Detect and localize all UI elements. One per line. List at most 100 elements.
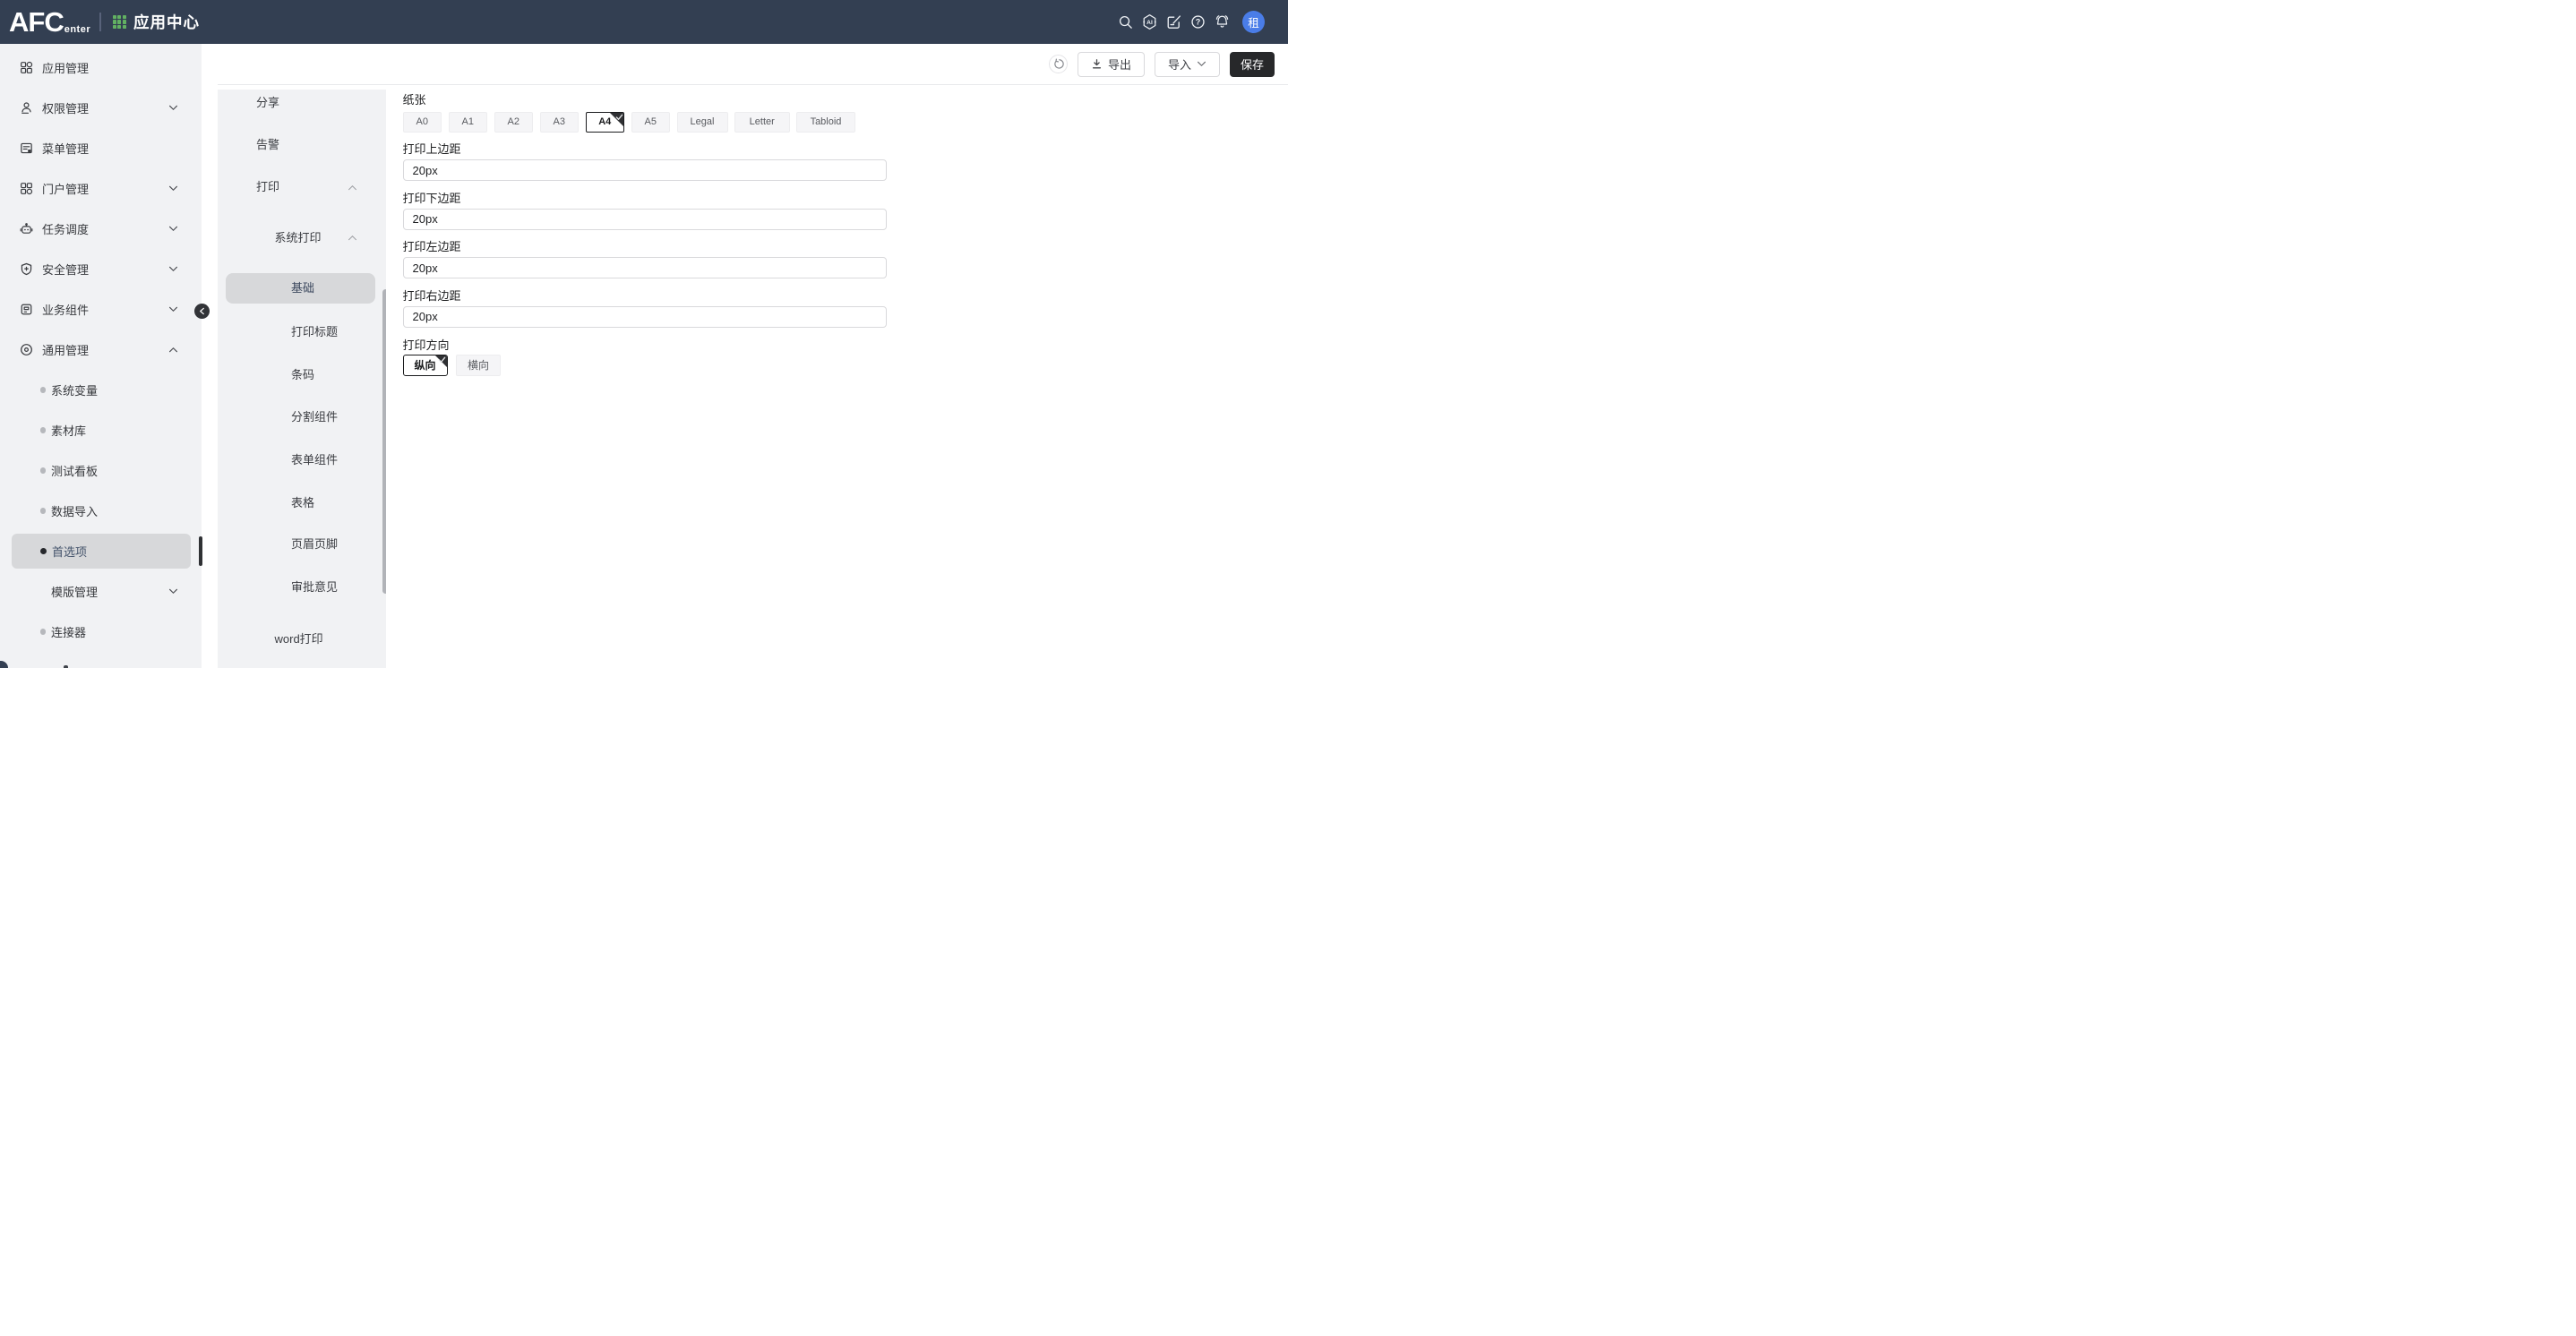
paper-size-a4-selected[interactable]: A4	[586, 112, 625, 133]
submenu-item-barcode[interactable]: 条码	[291, 366, 314, 384]
margin-top-field-group: 打印上边距	[403, 141, 1289, 181]
chevron-left-icon	[199, 307, 205, 315]
refresh-button[interactable]	[1049, 55, 1068, 73]
margin-left-label: 打印左边距	[403, 239, 1289, 255]
bullet-icon	[40, 427, 47, 433]
sidebar-clipped-item-fragment	[64, 665, 68, 669]
print-direction-group: 纵向 横向	[403, 355, 1289, 376]
sidebar-item-app-management[interactable]: 应用管理	[0, 47, 202, 88]
paper-size-a1[interactable]: A1	[449, 112, 488, 133]
afcenter-logo[interactable]: AFC enter	[9, 3, 90, 42]
sidebar-subitem-template-management[interactable]: 模版管理	[0, 571, 202, 612]
apps-icon	[20, 61, 33, 74]
sidebar-subitem-connectors[interactable]: 连接器	[0, 612, 202, 652]
sidebar-item-security-management[interactable]: 安全管理	[0, 249, 202, 289]
sidebar-scrollbar-thumb[interactable]	[199, 536, 203, 566]
svg-text:?: ?	[1196, 18, 1201, 27]
margin-bottom-input[interactable]	[403, 209, 888, 230]
submenu-item-basic[interactable]: 基础	[291, 279, 314, 297]
sidebar-subitem-label: 系统变量	[51, 381, 98, 398]
submenu-item-word-print[interactable]: word打印	[275, 630, 323, 648]
sidebar-item-label: 菜单管理	[42, 140, 89, 157]
robot-icon	[20, 222, 33, 236]
submenu-item-system-print[interactable]: 系统打印	[275, 229, 322, 247]
paper-size-a2[interactable]: A2	[494, 112, 534, 133]
submenu-item-alert[interactable]: 告警	[256, 136, 279, 154]
sidebar-item-task-scheduling[interactable]: 任务调度	[0, 209, 202, 249]
margin-top-input[interactable]	[403, 159, 888, 181]
sidebar-collapse-button[interactable]	[194, 304, 210, 319]
sidebar-subitem-test-dashboard[interactable]: 测试看板	[0, 450, 202, 491]
direction-label: 纵向	[414, 357, 435, 373]
sidebar-subitem-label: 模版管理	[51, 583, 98, 600]
app-center-grid-icon	[113, 15, 126, 29]
submenu-item-split-component[interactable]: 分割组件	[291, 408, 338, 426]
submenu-item-approval-comments[interactable]: 审批意见	[291, 578, 338, 596]
paper-size-a0[interactable]: A0	[403, 112, 442, 133]
paper-size-letter[interactable]: Letter	[734, 112, 790, 133]
submenu-item-table[interactable]: 表格	[291, 494, 314, 512]
submenu-item-print[interactable]: 打印	[256, 178, 279, 196]
feedback-edit-icon[interactable]	[1165, 13, 1182, 30]
bullet-icon	[40, 387, 47, 393]
user-avatar[interactable]: 租	[1242, 11, 1265, 33]
submenu-item-print-title[interactable]: 打印标题	[291, 323, 338, 341]
paper-size-group: A0 A1 A2 A3 A4 A5 Legal Letter	[403, 112, 1289, 133]
afcenter-app: AFC enter 应用中心 AI	[0, 0, 1288, 668]
sidebar-item-general-management[interactable]: 通用管理	[0, 330, 202, 370]
print-direction-label: 打印方向	[403, 338, 1289, 354]
page-toolbar: 导出 导入 保存	[202, 44, 1288, 85]
save-button[interactable]: 保存	[1230, 52, 1275, 77]
export-label: 导出	[1108, 56, 1131, 73]
sidebar-subitem-preferences[interactable]: 首选项	[12, 534, 191, 569]
sidebar-subitem-material-library[interactable]: 素材库	[0, 410, 202, 450]
sidebar-item-portal-management[interactable]: 门户管理	[0, 168, 202, 209]
sidebar-item-menu-management[interactable]: 菜单管理	[0, 128, 202, 168]
notifications-bell-icon[interactable]	[1214, 13, 1231, 30]
direction-portrait-selected[interactable]: 纵向	[403, 355, 448, 376]
submenu-item-share[interactable]: 分享	[256, 94, 279, 112]
sidebar-item-business-components[interactable]: 业务组件	[0, 289, 202, 330]
chevron-down-icon	[168, 588, 178, 595]
sidebar-item-label: 业务组件	[42, 301, 89, 318]
export-button[interactable]: 导出	[1078, 52, 1145, 77]
margin-bottom-label: 打印下边距	[403, 191, 1289, 207]
content-body: 分享 告警 打印 系统打印 基础 打印标题 条码 分割组件 表单组件 表格	[202, 85, 1288, 669]
paper-size-legal[interactable]: Legal	[677, 112, 728, 133]
ai-assistant-icon[interactable]: AI	[1141, 13, 1158, 30]
header-divider	[99, 13, 101, 31]
download-icon	[1091, 58, 1103, 70]
sidebar-subitem-data-import[interactable]: 数据导入	[0, 491, 202, 531]
sidebar-item-permission-management[interactable]: 权限管理	[0, 88, 202, 128]
logo-text-primary: AFC	[9, 3, 64, 42]
chevron-up-icon[interactable]	[348, 235, 357, 241]
content-area: 导出 导入 保存 分享 告警 打印	[202, 44, 1288, 668]
settings-submenu-panel: 分享 告警 打印 系统打印 基础 打印标题 条码 分割组件 表单组件 表格	[218, 90, 386, 668]
direction-landscape[interactable]: 横向	[456, 355, 501, 376]
paper-size-a5[interactable]: A5	[631, 112, 671, 133]
submenu-item-form-component[interactable]: 表单组件	[291, 451, 338, 469]
bullet-icon	[40, 548, 47, 555]
chevron-up-icon	[168, 347, 178, 353]
sidebar-subitem-label: 首选项	[52, 543, 87, 560]
bullet-icon	[40, 629, 47, 635]
import-button[interactable]: 导入	[1155, 52, 1220, 77]
margin-right-input[interactable]	[403, 306, 888, 328]
help-icon[interactable]: ?	[1189, 13, 1206, 30]
header-actions: AI ? 租	[1117, 11, 1288, 33]
sidebar-subitem-system-variables[interactable]: 系统变量	[0, 370, 202, 410]
top-header: AFC enter 应用中心 AI	[0, 0, 1288, 44]
paper-size-a3[interactable]: A3	[540, 112, 580, 133]
logo-text-secondary: enter	[64, 24, 90, 35]
sidebar-item-label: 任务调度	[42, 220, 89, 237]
margin-left-input[interactable]	[403, 257, 888, 278]
margin-left-field-group: 打印左边距	[403, 239, 1289, 278]
import-label: 导入	[1168, 56, 1191, 73]
chevron-up-icon[interactable]	[348, 184, 357, 191]
shield-plus-icon	[20, 262, 33, 276]
submenu-item-header-footer[interactable]: 页眉页脚	[291, 535, 338, 553]
search-icon[interactable]	[1117, 13, 1134, 30]
paper-size-tabloid[interactable]: Tabloid	[796, 112, 855, 133]
sidebar-item-label: 安全管理	[42, 261, 89, 278]
sidebar-item-label: 权限管理	[42, 99, 89, 116]
